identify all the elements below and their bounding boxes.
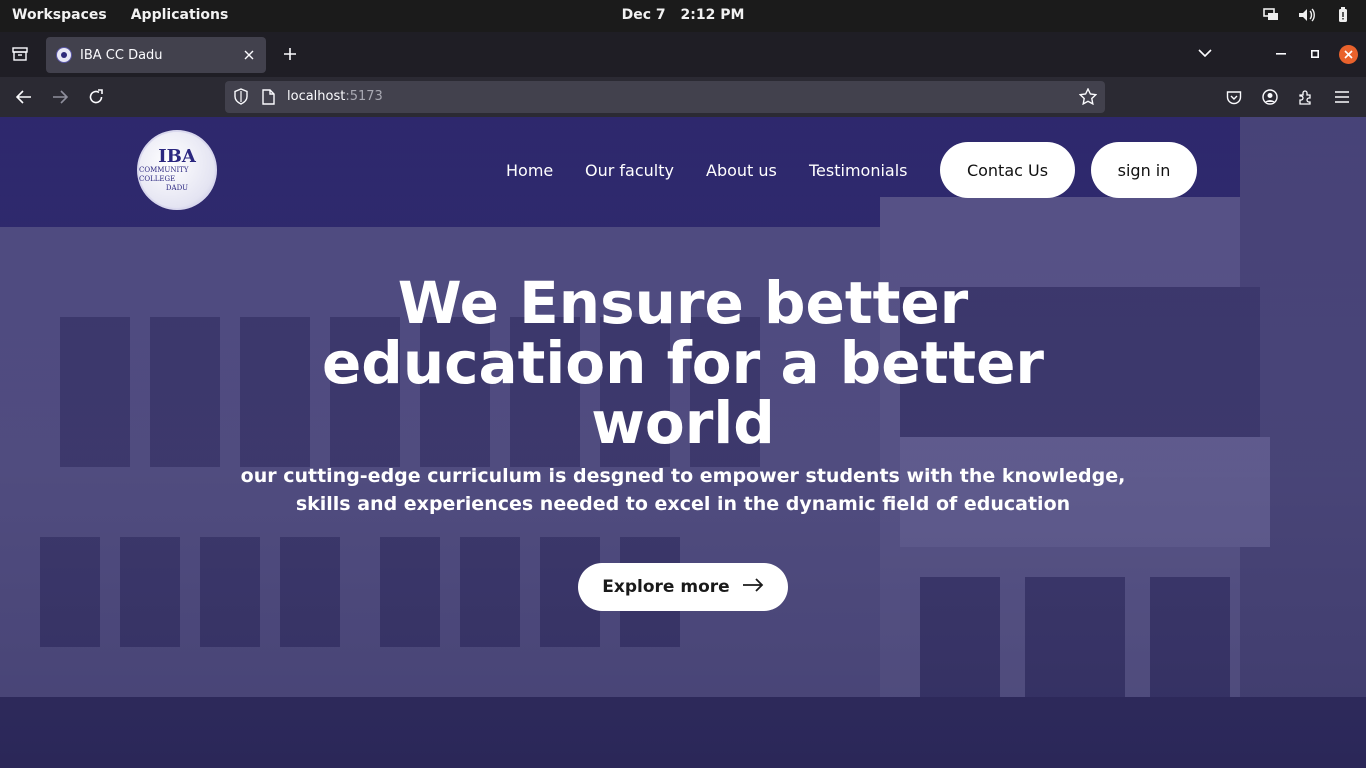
nav-about-link[interactable]: About us bbox=[706, 161, 777, 180]
logo-text-main: IBA bbox=[158, 145, 196, 167]
explore-more-button[interactable]: Explore more bbox=[578, 563, 788, 611]
logo-text-sub: COMMUNITY COLLEGE bbox=[139, 165, 189, 183]
display-icon[interactable] bbox=[1262, 6, 1280, 24]
tracking-protection-icon[interactable] bbox=[233, 88, 249, 109]
logo-text-city: DADU bbox=[165, 183, 189, 192]
maximize-icon[interactable] bbox=[1306, 46, 1324, 62]
reload-icon[interactable] bbox=[86, 87, 106, 107]
bookmark-star-icon[interactable] bbox=[1078, 87, 1098, 109]
active-tab[interactable]: IBA CC Dadu bbox=[46, 37, 266, 73]
url-port: :5173 bbox=[345, 89, 383, 104]
contact-us-button[interactable]: Contac Us bbox=[940, 142, 1075, 198]
minimize-icon[interactable] bbox=[1272, 46, 1290, 62]
tab-title: IBA CC Dadu bbox=[80, 47, 163, 63]
list-all-tabs-icon[interactable] bbox=[1196, 44, 1214, 62]
tab-list-icon[interactable] bbox=[10, 44, 30, 64]
tab-favicon-icon bbox=[56, 47, 72, 63]
nav-testimonials-link[interactable]: Testimonials bbox=[809, 161, 908, 180]
system-top-bar: Workspaces Applications Dec 7 2:12 PM bbox=[0, 0, 1366, 32]
explore-more-label: Explore more bbox=[602, 577, 730, 597]
account-icon[interactable] bbox=[1260, 87, 1280, 107]
page-info-icon[interactable] bbox=[261, 89, 275, 109]
tab-strip: IBA CC Dadu bbox=[0, 32, 1366, 77]
battery-icon[interactable] bbox=[1334, 6, 1352, 24]
menu-icon[interactable] bbox=[1332, 87, 1352, 107]
url-host: localhost bbox=[287, 89, 346, 104]
clock-date: Dec 7 bbox=[621, 7, 666, 23]
window-close-icon[interactable] bbox=[1339, 45, 1358, 64]
nav-faculty-link[interactable]: Our faculty bbox=[585, 161, 674, 180]
url-text[interactable]: localhost:5173 bbox=[287, 89, 383, 104]
tab-close-icon[interactable] bbox=[240, 46, 258, 64]
volume-icon[interactable] bbox=[1298, 6, 1316, 24]
college-logo[interactable]: IBA COMMUNITY COLLEGE DADU bbox=[137, 130, 217, 210]
address-bar[interactable]: localhost:5173 bbox=[225, 81, 1105, 113]
extensions-icon[interactable] bbox=[1296, 87, 1316, 107]
pocket-icon[interactable] bbox=[1224, 87, 1244, 107]
web-page: IBA COMMUNITY COLLEGE DADU Home Our facu… bbox=[0, 117, 1366, 768]
sign-in-button[interactable]: sign in bbox=[1091, 142, 1197, 198]
arrow-right-icon bbox=[742, 577, 764, 597]
hero-subtitle: our cutting-edge curriculum is desgned t… bbox=[240, 465, 1126, 515]
nav-home-link[interactable]: Home bbox=[506, 161, 553, 180]
clock[interactable]: Dec 7 2:12 PM bbox=[0, 7, 1366, 23]
back-icon[interactable] bbox=[14, 87, 34, 107]
navigation-toolbar: localhost:5173 bbox=[0, 77, 1366, 117]
forward-icon[interactable] bbox=[50, 87, 70, 107]
clock-time: 2:12 PM bbox=[680, 7, 745, 23]
new-tab-icon[interactable] bbox=[280, 44, 300, 64]
hero-heading: We Ensure better education for a better … bbox=[321, 269, 1045, 457]
